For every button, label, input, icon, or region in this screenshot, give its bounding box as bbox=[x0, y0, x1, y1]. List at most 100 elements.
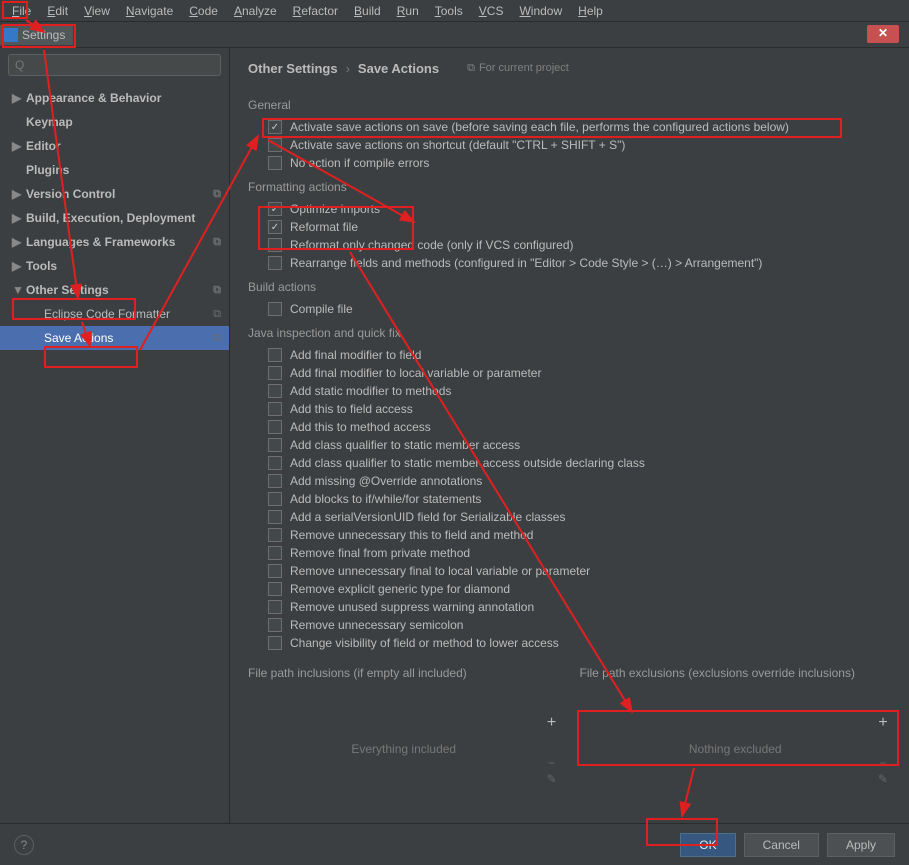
checkbox-row[interactable]: Add class qualifier to static member acc… bbox=[268, 436, 891, 454]
checkbox-row[interactable]: Activate save actions on save (before sa… bbox=[268, 118, 891, 136]
checkbox-row[interactable]: Remove unnecessary final to local variab… bbox=[268, 562, 891, 580]
remove-exclusion-button[interactable]: − bbox=[875, 756, 891, 772]
tree-item[interactable]: ▼Other Settings⧉ bbox=[0, 278, 229, 302]
help-button[interactable]: ? bbox=[14, 835, 34, 855]
checkbox-icon[interactable] bbox=[268, 256, 282, 270]
checkbox-icon[interactable] bbox=[268, 420, 282, 434]
settings-sidebar: ▶Appearance & BehaviorKeymap▶EditorPlugi… bbox=[0, 48, 230, 823]
checkbox-row[interactable]: Remove unused suppress warning annotatio… bbox=[268, 598, 891, 616]
checkbox-icon[interactable] bbox=[268, 456, 282, 470]
checkbox-icon[interactable] bbox=[268, 202, 282, 216]
checkbox-icon[interactable] bbox=[268, 156, 282, 170]
checkbox-row[interactable]: Remove unnecessary semicolon bbox=[268, 616, 891, 634]
checkbox-row[interactable]: Add class qualifier to static member acc… bbox=[268, 454, 891, 472]
checkbox-row[interactable]: Add missing @Override annotations bbox=[268, 472, 891, 490]
tree-item[interactable]: ▶Languages & Frameworks⧉ bbox=[0, 230, 229, 254]
exclusions-list[interactable] bbox=[580, 686, 892, 716]
close-icon[interactable]: ✕ bbox=[867, 25, 899, 43]
checkbox-icon[interactable] bbox=[268, 220, 282, 234]
checkbox-row[interactable]: Add a serialVersionUID field for Seriali… bbox=[268, 508, 891, 526]
crumb-parent: Other Settings bbox=[248, 61, 338, 76]
menu-vcs[interactable]: VCS bbox=[471, 2, 512, 20]
tree-item[interactable]: Keymap bbox=[0, 110, 229, 134]
menu-edit[interactable]: Edit bbox=[39, 2, 76, 20]
checkbox-icon[interactable] bbox=[268, 238, 282, 252]
checkbox-row[interactable]: Add blocks to if/while/for statements bbox=[268, 490, 891, 508]
checkbox-icon[interactable] bbox=[268, 384, 282, 398]
checkbox-row[interactable]: Add this to field access bbox=[268, 400, 891, 418]
tree-item[interactable]: Eclipse Code Formatter⧉ bbox=[0, 302, 229, 326]
crumb-current: Save Actions bbox=[358, 61, 439, 76]
checkbox-row[interactable]: Add final modifier to local variable or … bbox=[268, 364, 891, 382]
checkbox-icon[interactable] bbox=[268, 582, 282, 596]
tree-label: Editor bbox=[26, 139, 61, 153]
inclusions-panel: File path inclusions (if empty all inclu… bbox=[248, 666, 560, 788]
checkbox-row[interactable]: Reformat only changed code (only if VCS … bbox=[268, 236, 891, 254]
checkbox-icon[interactable] bbox=[268, 366, 282, 380]
checkbox-icon[interactable] bbox=[268, 474, 282, 488]
tree-item[interactable]: ▶Tools bbox=[0, 254, 229, 278]
menu-file[interactable]: File bbox=[4, 2, 39, 20]
ok-button[interactable]: OK bbox=[680, 833, 735, 857]
cancel-button[interactable]: Cancel bbox=[744, 833, 819, 857]
add-exclusion-button[interactable]: + bbox=[875, 716, 891, 732]
menu-help[interactable]: Help bbox=[570, 2, 611, 20]
checkbox-row[interactable]: Remove explicit generic type for diamond bbox=[268, 580, 891, 598]
menu-tools[interactable]: Tools bbox=[427, 2, 471, 20]
add-inclusion-button[interactable]: + bbox=[544, 716, 560, 732]
tree-item[interactable]: ▶Appearance & Behavior bbox=[0, 86, 229, 110]
checkbox-icon[interactable] bbox=[268, 564, 282, 578]
edit-exclusion-button[interactable]: ✎ bbox=[875, 772, 891, 788]
checkbox-icon[interactable] bbox=[268, 348, 282, 362]
tree-label: Save Actions bbox=[44, 331, 113, 345]
checkbox-icon[interactable] bbox=[268, 120, 282, 134]
checkbox-row[interactable]: Add static modifier to methods bbox=[268, 382, 891, 400]
checkbox-row[interactable]: Add final modifier to field bbox=[268, 346, 891, 364]
scope-icon: ⧉ bbox=[213, 332, 221, 345]
menu-refactor[interactable]: Refactor bbox=[285, 2, 346, 20]
checkbox-row[interactable]: Change visibility of field or method to … bbox=[268, 634, 891, 652]
checkbox-row[interactable]: No action if compile errors bbox=[268, 154, 891, 172]
checkbox-row[interactable]: Reformat file bbox=[268, 218, 891, 236]
search-input[interactable] bbox=[8, 54, 221, 76]
checkbox-label: Add static modifier to methods bbox=[290, 384, 451, 398]
menu-run[interactable]: Run bbox=[389, 2, 427, 20]
tree-item[interactable]: Save Actions ⧉ bbox=[0, 326, 229, 350]
checkbox-icon[interactable] bbox=[268, 402, 282, 416]
edit-inclusion-button[interactable]: ✎ bbox=[544, 772, 560, 788]
checkbox-icon[interactable] bbox=[268, 546, 282, 560]
menu-view[interactable]: View bbox=[76, 2, 118, 20]
apply-button[interactable]: Apply bbox=[827, 833, 895, 857]
checkbox-row[interactable]: Add this to method access bbox=[268, 418, 891, 436]
checkbox-row[interactable]: Remove unnecessary this to field and met… bbox=[268, 526, 891, 544]
menu-code[interactable]: Code bbox=[181, 2, 226, 20]
menu-build[interactable]: Build bbox=[346, 2, 389, 20]
tab-settings[interactable]: Settings bbox=[0, 25, 73, 45]
checkbox-icon[interactable] bbox=[268, 600, 282, 614]
checkbox-label: Add final modifier to field bbox=[290, 348, 421, 362]
inclusions-list[interactable] bbox=[248, 686, 560, 716]
checkbox-icon[interactable] bbox=[268, 438, 282, 452]
checkbox-label: Remove final from private method bbox=[290, 546, 470, 560]
tree-item[interactable]: Plugins bbox=[0, 158, 229, 182]
checkbox-icon[interactable] bbox=[268, 510, 282, 524]
checkbox-row[interactable]: Remove final from private method bbox=[268, 544, 891, 562]
checkbox-icon[interactable] bbox=[268, 618, 282, 632]
checkbox-icon[interactable] bbox=[268, 636, 282, 650]
checkbox-row[interactable]: Compile file bbox=[268, 300, 891, 318]
tree-item[interactable]: ▶Editor bbox=[0, 134, 229, 158]
remove-inclusion-button[interactable]: − bbox=[544, 756, 560, 772]
tree-item[interactable]: ▶Build, Execution, Deployment bbox=[0, 206, 229, 230]
checkbox-row[interactable]: Optimize imports bbox=[268, 200, 891, 218]
checkbox-icon[interactable] bbox=[268, 492, 282, 506]
menu-window[interactable]: Window bbox=[511, 2, 570, 20]
checkbox-row[interactable]: Activate save actions on shortcut (defau… bbox=[268, 136, 891, 154]
checkbox-icon[interactable] bbox=[268, 528, 282, 542]
menu-analyze[interactable]: Analyze bbox=[226, 2, 285, 20]
checkbox-row[interactable]: Rearrange fields and methods (configured… bbox=[268, 254, 891, 272]
checkbox-icon[interactable] bbox=[268, 302, 282, 316]
checkbox-icon[interactable] bbox=[268, 138, 282, 152]
checkbox-label: Reformat only changed code (only if VCS … bbox=[290, 238, 573, 252]
menu-navigate[interactable]: Navigate bbox=[118, 2, 181, 20]
tree-item[interactable]: ▶Version Control⧉ bbox=[0, 182, 229, 206]
